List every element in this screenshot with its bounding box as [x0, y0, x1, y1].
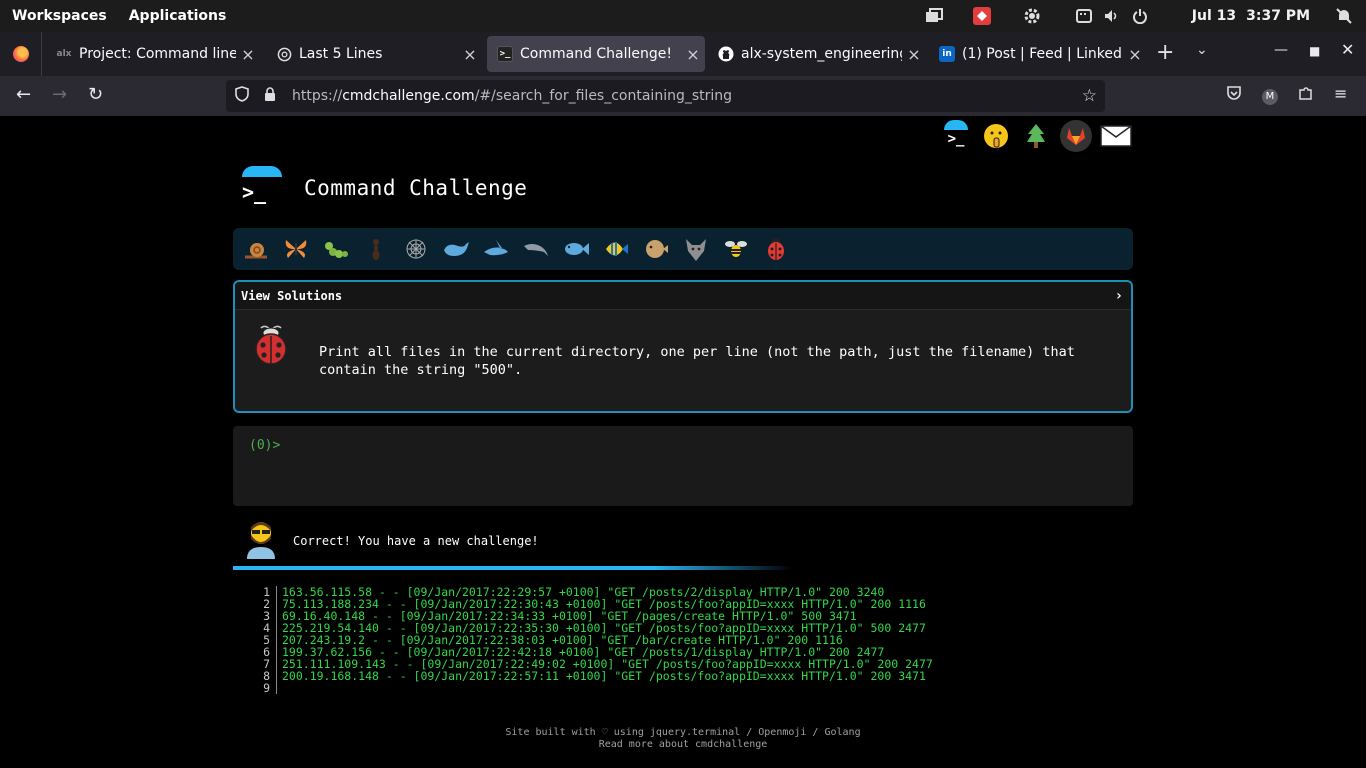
site-brand[interactable]: >_ Command Challenge	[240, 166, 527, 210]
challenge-description: Print all files in the current directory…	[319, 344, 1075, 378]
ant-icon[interactable]	[361, 234, 391, 264]
back-arrow-icon[interactable]: ←	[16, 84, 31, 105]
bee-icon[interactable]	[721, 234, 751, 264]
browser-tab-bar: alx Project: Command line for × Last 5 L…	[0, 32, 1366, 76]
system-top-bar: Workspaces Applications Jul 13 3:37 PM	[0, 0, 1366, 32]
envelope-icon[interactable]	[1100, 120, 1132, 152]
snail-icon[interactable]	[241, 234, 271, 264]
challenge-panel: View Solutions › Print all files in the …	[233, 280, 1133, 413]
lock-icon[interactable]	[262, 87, 278, 105]
close-tab-icon[interactable]: ×	[236, 45, 260, 64]
linkedin-icon: in	[939, 46, 955, 62]
close-tab-icon[interactable]: ×	[902, 45, 926, 64]
hamburger-menu-icon[interactable]: ≡	[1334, 84, 1347, 103]
man-avatar-icon	[245, 519, 285, 563]
site-title: Command Challenge	[304, 176, 528, 200]
tab-last-5-lines[interactable]: Last 5 Lines ×	[266, 36, 482, 72]
close-tab-icon[interactable]: ×	[681, 45, 705, 64]
power-icon[interactable]	[1130, 6, 1150, 26]
list-all-tabs-chevron-icon[interactable]: ⌄	[1196, 42, 1208, 58]
anydesk-icon[interactable]	[972, 6, 992, 26]
chatgpt-icon	[276, 46, 292, 62]
close-tab-icon[interactable]: ×	[1123, 45, 1147, 64]
account-avatar[interactable]: M	[1262, 85, 1278, 105]
evergreen-tree-icon[interactable]	[1020, 120, 1052, 152]
footer-read-more-link[interactable]: Read more about cmdchallenge	[0, 739, 1366, 751]
shield-icon[interactable]	[234, 86, 250, 106]
browser-nav-bar: ← → ↻ https://cmdchallenge.com/#/search_…	[0, 76, 1366, 116]
fish-icon[interactable]	[561, 234, 591, 264]
shark-icon[interactable]	[481, 234, 511, 264]
tab-linkedin[interactable]: in (1) Post | Feed | LinkedIn ×	[929, 36, 1147, 72]
top-link-icons: >_	[940, 120, 1132, 152]
footer-credits[interactable]: Site built with ♡ using jquery.terminal …	[0, 727, 1366, 739]
terminal-icon: >_	[497, 46, 513, 62]
terminal-logo-icon[interactable]: >_	[940, 120, 972, 152]
forward-arrow-icon[interactable]: →	[52, 84, 67, 105]
reload-icon[interactable]: ↻	[88, 84, 103, 105]
keyboard-icon[interactable]	[1074, 6, 1094, 26]
caterpillar-icon[interactable]	[321, 234, 351, 264]
tab-alx-github[interactable]: alx-system_engineering-de ×	[708, 36, 926, 72]
feedback-message: Correct! You have a new challenge!	[233, 516, 1133, 566]
clock-time[interactable]: 3:37 PM	[1246, 8, 1310, 24]
file-line: 9	[258, 682, 933, 694]
new-tab-plus-icon[interactable]: +	[1156, 40, 1174, 65]
wolf-icon[interactable]	[681, 234, 711, 264]
window-switcher-icon[interactable]	[924, 6, 944, 26]
dolphin-icon[interactable]	[521, 234, 551, 264]
page-content: >_ >_ Command Challenge View Solutions ›…	[0, 116, 1366, 768]
butterfly-icon[interactable]	[281, 234, 311, 264]
shushing-face-icon[interactable]	[980, 120, 1012, 152]
gitlab-icon[interactable]	[1060, 120, 1092, 152]
terminal-prompt: (0)>	[249, 438, 281, 453]
settings-gear-icon[interactable]	[1022, 6, 1042, 26]
maximize-window-icon[interactable]: ■	[1309, 44, 1320, 58]
tab-project-command-line[interactable]: alx Project: Command line for ×	[46, 36, 260, 72]
page-footer: Site built with ♡ using jquery.terminal …	[0, 727, 1366, 751]
spider-web-icon[interactable]	[401, 234, 431, 264]
url-text[interactable]: https://cmdchallenge.com/#/search_for_fi…	[292, 88, 732, 104]
blowfish-icon[interactable]	[641, 234, 671, 264]
github-icon	[718, 46, 734, 62]
chevron-right-icon: ›	[1114, 288, 1123, 304]
url-bar[interactable]: https://cmdchallenge.com/#/search_for_fi…	[226, 80, 1105, 112]
workspaces-menu[interactable]: Workspaces	[12, 8, 107, 24]
close-window-icon[interactable]: ✕	[1341, 40, 1354, 59]
terminal-input[interactable]: (0)>	[233, 426, 1133, 506]
notifications-muted-icon[interactable]	[1334, 6, 1354, 26]
clock-date[interactable]: Jul 13	[1192, 8, 1236, 24]
alx-icon: alx	[56, 49, 72, 59]
extensions-puzzle-icon[interactable]	[1298, 85, 1314, 105]
applications-menu[interactable]: Applications	[129, 8, 227, 24]
file-line: 8 200.19.168.148 - - [09/Jan/2017:22:57:1…	[263, 669, 926, 683]
minimize-window-icon[interactable]: —	[1274, 42, 1288, 58]
close-tab-icon[interactable]: ×	[458, 45, 482, 64]
file-preview: 1 163.56.115.58 - - [09/Jan/2017:22:29:57…	[258, 586, 933, 694]
bookmark-star-icon[interactable]: ☆	[1082, 86, 1097, 106]
tropical-fish-icon[interactable]	[601, 234, 631, 264]
whale-icon[interactable]	[441, 234, 471, 264]
ladybug-icon	[251, 322, 291, 366]
pocket-icon[interactable]	[1226, 85, 1242, 105]
terminal-logo-icon: >_	[240, 166, 284, 210]
tab-command-challenge[interactable]: >_ Command Challenge! ×	[487, 36, 705, 72]
volume-icon[interactable]	[1102, 6, 1122, 26]
progress-bar	[233, 566, 793, 570]
challenge-level-bar	[233, 228, 1133, 270]
firefox-logo-icon[interactable]	[0, 32, 42, 76]
view-solutions-toggle[interactable]: View Solutions ›	[235, 282, 1131, 310]
feedback-text: Correct! You have a new challenge!	[293, 534, 539, 548]
ladybug-icon[interactable]	[761, 234, 791, 264]
